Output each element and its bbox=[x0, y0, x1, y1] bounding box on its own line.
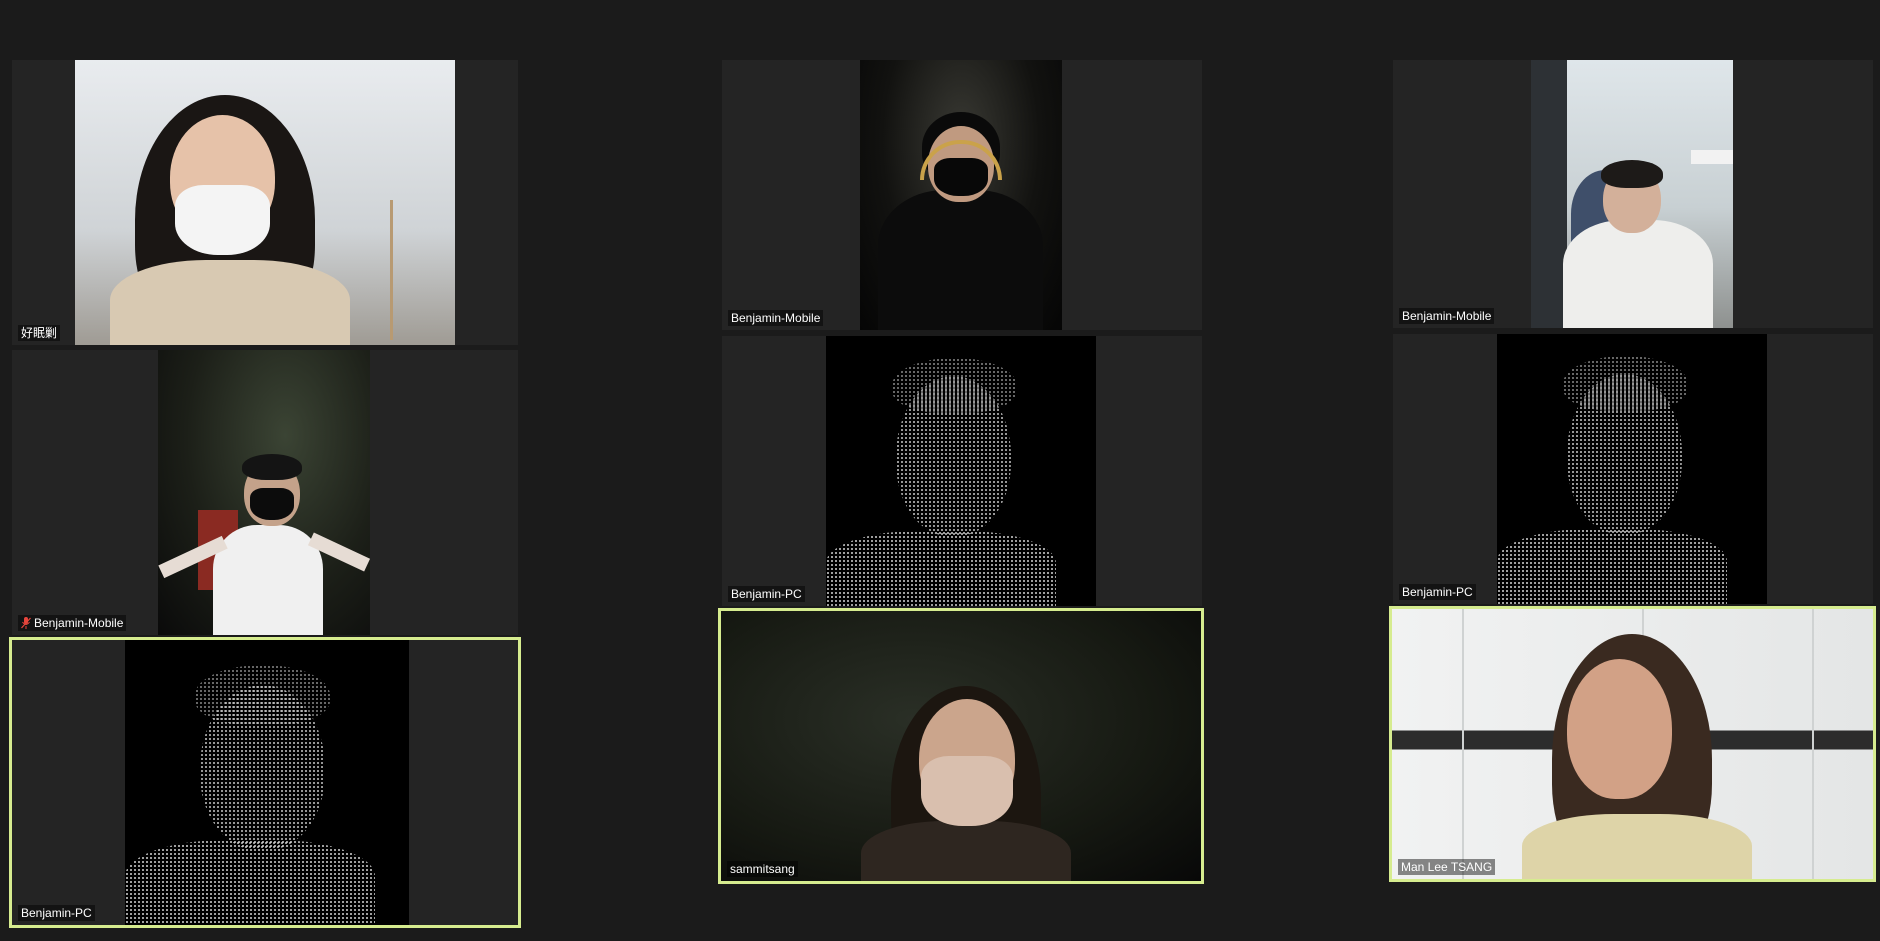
participant-tile[interactable]: Benjamin-PC bbox=[1393, 334, 1873, 604]
participant-name-label: Man Lee TSANG bbox=[1398, 859, 1496, 875]
participant-name-label: Benjamin-PC bbox=[1399, 584, 1476, 600]
participant-tile[interactable]: Benjamin-PC bbox=[722, 336, 1202, 606]
participant-video bbox=[158, 350, 370, 635]
participant-name-label: Benjamin-PC bbox=[728, 586, 805, 602]
muted-mic-icon bbox=[21, 617, 31, 629]
participant-name: Benjamin-Mobile bbox=[731, 311, 821, 325]
participant-name: Benjamin-Mobile bbox=[1402, 309, 1492, 323]
participant-name: 好眠剿 bbox=[21, 326, 58, 340]
participant-name: Benjamin-Mobile bbox=[34, 616, 124, 630]
participant-tile[interactable]: Benjamin-PC bbox=[9, 637, 521, 928]
participant-name: Benjamin-PC bbox=[1402, 585, 1473, 599]
participant-name-label: 好眠剿 bbox=[18, 325, 61, 341]
participant-name-label: Benjamin-Mobile bbox=[1399, 308, 1495, 324]
participant-video bbox=[1497, 334, 1767, 604]
participant-video bbox=[1392, 609, 1873, 879]
participant-tile[interactable]: sammitsang bbox=[718, 608, 1204, 884]
participant-name-label: Benjamin-PC bbox=[18, 905, 95, 921]
participant-tile[interactable]: 好眠剿 bbox=[12, 60, 518, 345]
participant-video bbox=[1531, 60, 1733, 328]
participant-video bbox=[826, 336, 1096, 606]
participant-video bbox=[125, 640, 409, 925]
participant-name: Benjamin-PC bbox=[21, 906, 92, 920]
participant-name-label: Benjamin-Mobile bbox=[18, 615, 127, 631]
participant-name: Man Lee TSANG bbox=[1401, 860, 1493, 874]
participant-name-label: Benjamin-Mobile bbox=[728, 310, 824, 326]
participant-tile[interactable]: Benjamin-Mobile bbox=[1393, 60, 1873, 328]
participant-video bbox=[75, 60, 455, 345]
participant-video bbox=[721, 611, 1201, 881]
participant-name: Benjamin-PC bbox=[731, 587, 802, 601]
participant-video bbox=[860, 60, 1062, 330]
gallery-view: 好眠剿 Benjamin-Mobile Benjamin-Mobile Benj… bbox=[0, 0, 1880, 941]
participant-tile[interactable]: Benjamin-Mobile bbox=[722, 60, 1202, 330]
participant-tile[interactable]: Man Lee TSANG bbox=[1389, 606, 1876, 882]
participant-tile[interactable]: Benjamin-Mobile bbox=[12, 350, 518, 635]
participant-name: sammitsang bbox=[730, 862, 795, 876]
participant-name-label: sammitsang bbox=[727, 861, 798, 877]
